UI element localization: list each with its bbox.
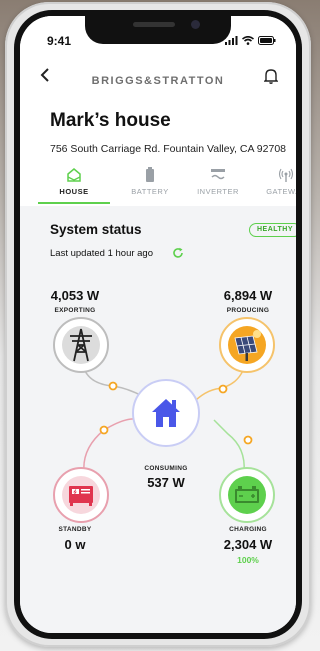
power-tower-icon	[62, 326, 100, 364]
phone-bezel: 9:41 BRIGGS&STRATTON Mark’s house 756 So…	[14, 10, 302, 639]
battery-value: 2,304 W	[223, 537, 273, 552]
grid-label: EXPORTING	[54, 307, 96, 314]
home-value: 537 W	[147, 475, 185, 490]
car-battery-icon	[228, 476, 266, 514]
battery-percent: 100%	[237, 555, 259, 565]
home-node[interactable]	[132, 379, 200, 447]
generator-label: STANDBY	[58, 526, 92, 533]
grid-node[interactable]	[53, 317, 109, 373]
phone-frame: 9:41 BRIGGS&STRATTON Mark’s house 756 So…	[5, 2, 311, 647]
battery-node[interactable]	[219, 467, 275, 523]
solar-value: 6,894 W	[223, 288, 273, 303]
solar-node[interactable]	[219, 317, 275, 373]
generator-node[interactable]	[53, 467, 109, 523]
generator-value: 0 w	[64, 537, 86, 552]
solar-panel-icon	[228, 326, 266, 364]
app-screen: 9:41 BRIGGS&STRATTON Mark’s house 756 So…	[20, 16, 296, 633]
generator-icon	[62, 476, 100, 514]
house-icon	[152, 399, 180, 427]
grid-value: 4,053 W	[50, 288, 100, 303]
home-label: CONSUMING	[144, 465, 188, 472]
battery-label: CHARGING	[229, 526, 267, 533]
solar-label: PRODUCING	[226, 307, 270, 314]
